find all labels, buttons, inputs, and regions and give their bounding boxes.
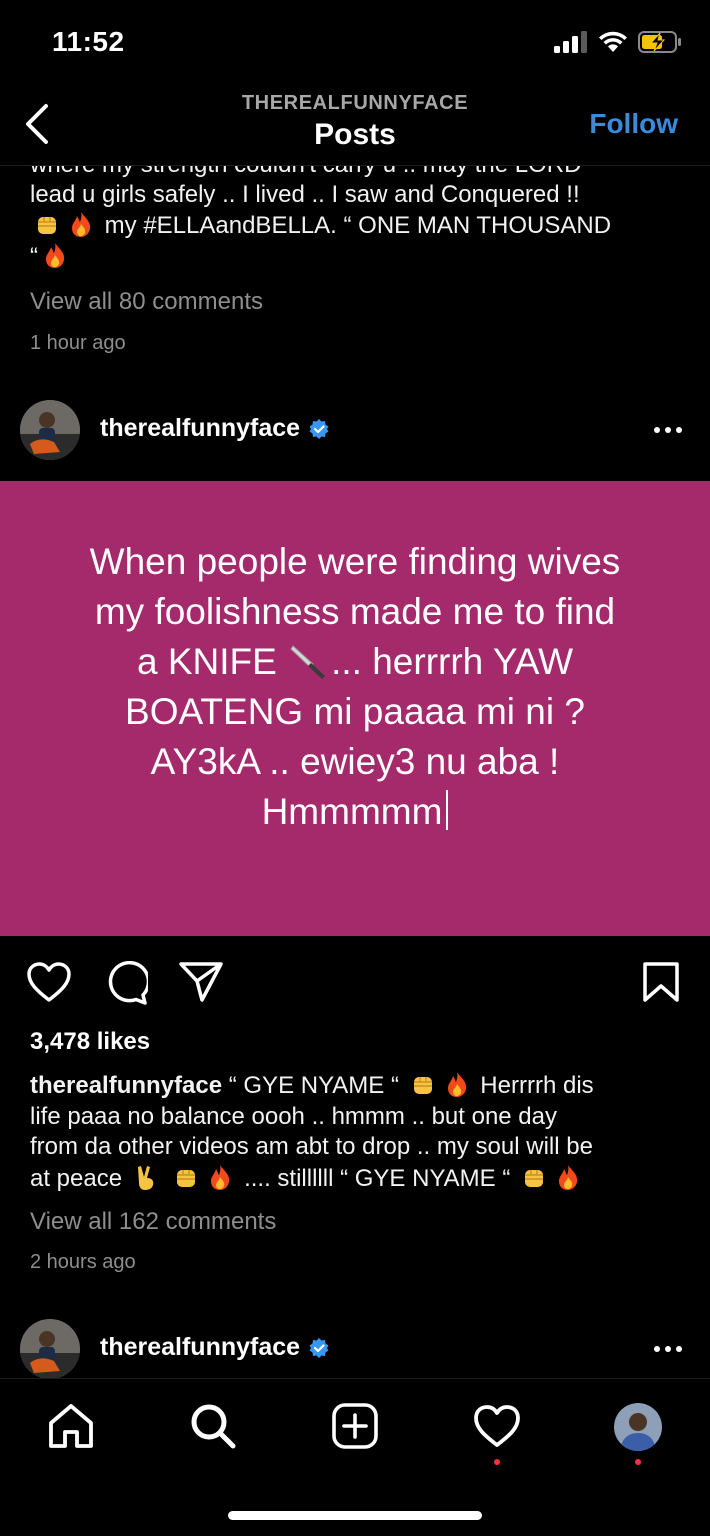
post-header: therealfunnyface bbox=[0, 1309, 710, 1378]
caption-line: life paaa no balance oooh .. hmmm .. but… bbox=[30, 1102, 558, 1130]
wifi-icon bbox=[599, 31, 627, 52]
caption-line: from da other videos am abt to drop .. m… bbox=[30, 1133, 593, 1160]
avatar[interactable] bbox=[20, 1319, 80, 1378]
caption-line: where my strength couldn't carry u .. ma… bbox=[30, 166, 690, 180]
post-caption: therealfunnyface “ GYE NYAME “ Herrrrh d… bbox=[30, 1070, 690, 1194]
caption-line: my #ELLAandBELLA. “ ONE MAN THOUSAND bbox=[30, 210, 690, 241]
caption-line: lead u girls safely .. I lived .. I saw … bbox=[30, 181, 580, 208]
verified-badge-icon bbox=[309, 1338, 329, 1359]
post-image-text: When people were finding wives my foolis… bbox=[20, 537, 690, 837]
caption-text: “ bbox=[30, 243, 38, 270]
image-text-line: When people were finding wives bbox=[89, 541, 621, 582]
caption-line: at peace .... stillllll “ GYE NYAME “ bbox=[30, 1163, 690, 1195]
raised-fist-emoji-icon bbox=[413, 1077, 432, 1094]
activity-icon[interactable] bbox=[472, 1401, 522, 1451]
more-horizontal-icon[interactable] bbox=[652, 418, 684, 442]
image-text-segment: a KNIFE bbox=[136, 641, 277, 682]
avatar-image bbox=[20, 1319, 80, 1378]
bottom-tab-bar bbox=[0, 1378, 710, 1536]
more-horizontal-icon[interactable] bbox=[652, 1337, 684, 1361]
status-icons bbox=[554, 30, 682, 54]
caption-line: “ bbox=[30, 241, 690, 272]
text-cursor bbox=[446, 790, 449, 830]
verified-badge-icon bbox=[309, 419, 329, 440]
comment-icon[interactable] bbox=[104, 961, 148, 1005]
heart-icon[interactable] bbox=[26, 961, 72, 1003]
profile-avatar[interactable] bbox=[614, 1403, 662, 1451]
raised-fist-emoji-icon bbox=[525, 1169, 544, 1187]
status-time: 11:52 bbox=[52, 26, 125, 57]
avatar[interactable] bbox=[20, 400, 80, 460]
username-text: therealfunnyface bbox=[100, 1333, 301, 1361]
fire-emoji-icon bbox=[559, 1164, 578, 1190]
nav-header: THEREALFUNNYFACE Posts Follow bbox=[0, 88, 710, 166]
image-text-segment: Hmmmmm bbox=[261, 791, 443, 832]
send-icon[interactable] bbox=[178, 961, 224, 1003]
post-timestamp: 1 hour ago bbox=[30, 332, 126, 354]
post-author[interactable]: therealfunnyface bbox=[100, 414, 330, 443]
likes-count[interactable]: 3,478 likes bbox=[30, 1028, 150, 1056]
image-text-line: BOATENG mi paaaa mi ni ? bbox=[125, 691, 585, 732]
post-image[interactable]: When people were finding wives my foolis… bbox=[0, 481, 710, 936]
home-indicator[interactable] bbox=[228, 1511, 482, 1520]
caption-text: my #ELLAandBELLA. “ ONE MAN THOUSAND bbox=[104, 212, 612, 239]
avatar-image bbox=[20, 400, 80, 460]
caption-text: “ GYE NYAME “ bbox=[222, 1072, 399, 1099]
image-text-line: a KNIFE ... herrrrh YAW bbox=[20, 637, 690, 687]
caption-text: Herrrrh dis bbox=[473, 1072, 594, 1099]
post-actions bbox=[0, 961, 710, 1007]
profile-notification-dot bbox=[635, 1459, 641, 1465]
knife-emoji-icon bbox=[290, 645, 326, 679]
profile-avatar-image bbox=[614, 1403, 662, 1451]
status-bar: 11:52 bbox=[0, 0, 710, 88]
raised-fist-emoji-icon bbox=[177, 1169, 196, 1187]
caption-line: therealfunnyface “ GYE NYAME “ Herrrrh d… bbox=[30, 1070, 690, 1102]
caption-author[interactable]: therealfunnyface bbox=[30, 1072, 222, 1099]
activity-notification-dot bbox=[494, 1459, 500, 1465]
raised-fist-emoji-icon bbox=[38, 217, 56, 234]
bookmark-icon[interactable] bbox=[642, 961, 680, 1003]
home-icon[interactable] bbox=[46, 1401, 96, 1451]
image-text-line: AY3kA .. ewiey3 nu aba ! bbox=[150, 741, 560, 782]
username-text: therealfunnyface bbox=[100, 414, 301, 442]
previous-post-caption: where my strength couldn't carry u .. ma… bbox=[30, 166, 690, 272]
post-timestamp: 2 hours ago bbox=[30, 1251, 136, 1273]
view-comments-link[interactable]: View all 162 comments bbox=[30, 1208, 276, 1236]
caption-text: at peace bbox=[30, 1164, 123, 1192]
image-text-line: Hmmmmm bbox=[20, 787, 690, 837]
image-text-line: my foolishness made me to find bbox=[94, 591, 616, 632]
view-comments-link[interactable]: View all 80 comments bbox=[30, 288, 263, 316]
fire-emoji-icon bbox=[46, 243, 65, 268]
fire-emoji-icon bbox=[211, 1164, 230, 1190]
follow-button[interactable]: Follow bbox=[589, 108, 678, 140]
battery-charging-icon bbox=[638, 31, 681, 53]
feed[interactable]: where my strength couldn't carry u .. ma… bbox=[0, 166, 710, 1378]
search-icon[interactable] bbox=[188, 1401, 238, 1451]
caption-text: .... stillllll “ GYE NYAME “ bbox=[244, 1164, 511, 1192]
fire-emoji-icon bbox=[447, 1072, 466, 1097]
fire-emoji-icon bbox=[72, 212, 91, 237]
victory-hand-emoji-icon bbox=[137, 1165, 153, 1190]
create-post-icon[interactable] bbox=[330, 1401, 380, 1451]
post-author[interactable]: therealfunnyface bbox=[100, 1333, 330, 1362]
post-header: therealfunnyface bbox=[0, 390, 710, 470]
signal-icon bbox=[554, 31, 587, 53]
image-text-segment: ... herrrrh YAW bbox=[331, 641, 574, 682]
